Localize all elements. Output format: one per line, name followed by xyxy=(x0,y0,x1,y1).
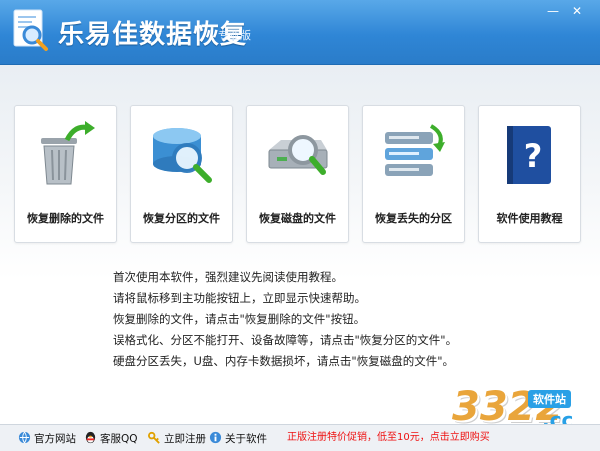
edition-label: 专业版 xyxy=(218,29,251,42)
link-label: 客服QQ xyxy=(100,433,138,445)
trash-can-restore-icon xyxy=(41,121,95,185)
app-logo-icon xyxy=(13,9,48,51)
recover-lost-partition-button[interactable]: 恢复丢失的分区 xyxy=(362,105,465,243)
close-button[interactable]: ✕ xyxy=(568,4,586,18)
promo-link[interactable]: 正版注册特价促销，低至10元，点击立即购买 xyxy=(287,431,490,445)
register-link[interactable]: 立即注册 xyxy=(148,431,206,445)
info-icon xyxy=(209,431,222,444)
bottom-bar: 官方网站 客服QQ 立即注册 关于软件 正版注册特价促销，低至10元，点击立即购… xyxy=(0,424,600,451)
recover-partition-files-button[interactable]: 恢复分区的文件 xyxy=(130,105,233,243)
globe-icon xyxy=(18,431,31,444)
title-bar: 乐易佳数据恢复 专业版 — ✕ xyxy=(0,0,600,65)
tip-line: 恢复删除的文件，请点击"恢复删除的文件"按钮。 xyxy=(113,312,366,326)
link-label: 关于软件 xyxy=(225,433,267,445)
main-panel: 恢复删除的文件 恢复分区的文件 恢复磁盘的文件 恢复丢失的分区 ? 软件使用教程… xyxy=(0,65,600,423)
watermark-site: 软件站 xyxy=(528,390,571,408)
hard-drive-magnifier-icon xyxy=(268,135,328,175)
help-book-icon: ? xyxy=(507,126,551,184)
function-tiles: 恢复删除的文件 恢复分区的文件 恢复磁盘的文件 恢复丢失的分区 ? 软件使用教程 xyxy=(14,105,592,243)
tip-line: 请将鼠标移到主功能按钮上，立即显示快速帮助。 xyxy=(113,291,366,305)
link-label: 立即注册 xyxy=(164,433,206,445)
svg-text:?: ? xyxy=(524,137,543,175)
tip-line: 硬盘分区丢失，U盘、内存卡数据损坏，请点击"恢复磁盘的文件"。 xyxy=(113,354,454,368)
qq-penguin-icon xyxy=(85,431,96,444)
tutorial-button[interactable]: ? 软件使用教程 xyxy=(478,105,581,243)
tile-label: 恢复磁盘的文件 xyxy=(259,212,336,225)
usage-tips: 首次使用本软件，强烈建议先阅读使用教程。 请将鼠标移到主功能按钮上，立即显示快速… xyxy=(113,267,553,372)
minimize-button[interactable]: — xyxy=(544,4,562,18)
tip-line: 误格式化、分区不能打开、设备故障等，请点击"恢复分区的文件"。 xyxy=(113,333,458,347)
about-link[interactable]: 关于软件 xyxy=(209,431,267,445)
link-label: 官方网站 xyxy=(34,433,76,445)
tile-label: 恢复分区的文件 xyxy=(143,212,220,225)
tile-label: 软件使用教程 xyxy=(496,212,563,225)
tip-line: 首次使用本软件，强烈建议先阅读使用教程。 xyxy=(113,270,343,284)
stacked-partitions-arrow-icon xyxy=(385,124,445,176)
tile-label: 恢复丢失的分区 xyxy=(375,212,452,225)
tile-label: 恢复删除的文件 xyxy=(27,212,104,225)
official-site-link[interactable]: 官方网站 xyxy=(18,431,76,445)
disk-magnifier-icon xyxy=(153,128,212,183)
key-icon xyxy=(148,431,160,444)
recover-deleted-files-button[interactable]: 恢复删除的文件 xyxy=(14,105,117,243)
recover-disk-files-button[interactable]: 恢复磁盘的文件 xyxy=(246,105,349,243)
support-qq-link[interactable]: 客服QQ xyxy=(84,431,138,445)
